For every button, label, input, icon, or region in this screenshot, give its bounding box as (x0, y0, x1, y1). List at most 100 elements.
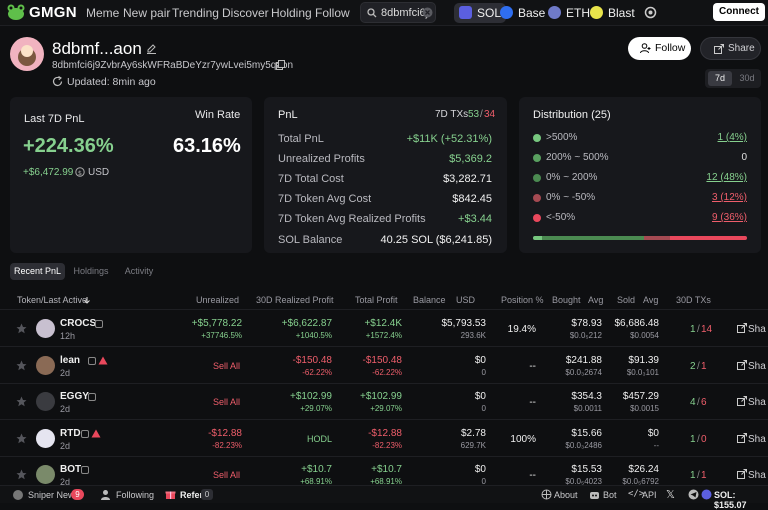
star-icon[interactable] (16, 469, 27, 480)
col-bought-avg[interactable]: Avg (588, 295, 603, 305)
bot-link[interactable]: Bot (603, 490, 617, 500)
share-icon[interactable] (737, 469, 747, 479)
sniper-new-link[interactable]: Sniper New (28, 490, 75, 500)
copy-address-icon[interactable] (276, 60, 285, 70)
tab-activity[interactable]: Activity (118, 263, 160, 280)
share-row-label[interactable]: Sha (748, 361, 766, 372)
share-icon[interactable] (737, 396, 747, 406)
distribution-bar-segment (541, 236, 645, 240)
copy-token-icon[interactable] (81, 466, 89, 474)
following-link[interactable]: Following (116, 490, 154, 500)
distribution-count[interactable]: 1 (4%) (718, 132, 747, 143)
about-icon (541, 489, 552, 500)
token-last-active: 2d (60, 367, 71, 378)
api-link[interactable]: API (642, 490, 657, 500)
txs-loss-count: 34 (484, 109, 496, 120)
period-30d-button[interactable]: 30d (735, 71, 759, 86)
win-rate-label: Win Rate (195, 109, 241, 121)
pnl-title: Last 7D PnL (24, 113, 85, 125)
bought-value: $15.66 (571, 427, 602, 439)
share-icon[interactable] (737, 359, 747, 370)
refresh-icon[interactable] (52, 76, 63, 87)
col-token[interactable]: Token/Last Active (17, 295, 87, 305)
realized-percent: -62.22% (302, 367, 332, 377)
star-icon[interactable] (16, 323, 27, 334)
col-balance[interactable]: Balance (413, 295, 446, 305)
col-unrealized[interactable]: Unrealized (196, 295, 239, 305)
table-row[interactable]: lean 2d Sell All -$150.48 -62.22% -$150.48 -62… (0, 348, 768, 384)
share-icon[interactable] (737, 432, 747, 443)
sort-desc-icon[interactable] (84, 297, 90, 304)
nav-holding[interactable]: Holding (271, 6, 312, 20)
refer-link[interactable]: Refer (180, 490, 203, 500)
telegram-icon[interactable] (688, 489, 699, 500)
copy-token-icon[interactable] (88, 356, 96, 365)
pnl-summary-card: Last 7D PnL Win Rate +224.36% 63.16% +$6… (10, 97, 252, 253)
bought-avg: $0.0011 (573, 404, 602, 413)
position-percent: 19.4% (507, 324, 536, 335)
share-icon[interactable] (737, 323, 747, 333)
star-icon[interactable] (16, 433, 27, 444)
distribution-count[interactable]: 9 (36%) (712, 212, 747, 223)
distribution-count[interactable]: 12 (48%) (706, 172, 747, 183)
connect-button[interactable]: Connect (713, 3, 765, 21)
col-sold-avg[interactable]: Avg (643, 295, 658, 305)
x-twitter-icon[interactable]: 𝕏 (666, 488, 675, 501)
nav-follow[interactable]: Follow (315, 6, 350, 20)
share-row-label[interactable]: Sha (748, 434, 766, 445)
col-usd[interactable]: USD (456, 295, 475, 305)
logo-text: GMGN (29, 3, 77, 21)
period-toggle: 7d 30d (705, 69, 761, 88)
tab-recent-pnl[interactable]: Recent PnL (10, 263, 65, 280)
unrealized-value: +$5,778.22 (191, 318, 242, 329)
col-txs[interactable]: 30D TXs (676, 295, 711, 305)
distribution-card: Distribution (25) >500% 1 (4%) 200% ~ 500%… (519, 97, 761, 253)
col-realized[interactable]: 30D Realized Profit (256, 295, 334, 305)
total-pnl-label: Total PnL (278, 133, 324, 145)
unrealized-percent: +37746.5% (201, 331, 242, 340)
table-row[interactable]: RTD 2d -$12.88 -82.23% HODL -$12.88 -82.23% $2.… (0, 421, 768, 457)
sell-all-button[interactable]: Sell All (213, 470, 240, 480)
distribution-bar-segment (533, 236, 542, 240)
total-pnl-value: +$11K (+52.31%) (406, 133, 492, 145)
star-icon[interactable] (16, 360, 27, 371)
table-row[interactable]: EGGY 2d Sell All +$102.99 +29.07% +$102.99 +29… (0, 384, 768, 420)
col-position[interactable]: Position % (501, 295, 544, 305)
search-icon (367, 8, 377, 18)
tab-holdings[interactable]: Holdings (68, 263, 114, 280)
copy-token-icon[interactable] (95, 320, 103, 328)
copy-token-icon[interactable] (81, 429, 89, 438)
col-bought[interactable]: Bought (552, 295, 581, 305)
clear-search-icon[interactable] (422, 7, 433, 18)
period-7d-button[interactable]: 7d (708, 71, 732, 86)
share-row-label[interactable]: Sha (748, 397, 766, 408)
distribution-count[interactable]: 3 (12%) (712, 192, 747, 203)
logo[interactable]: GMGN (6, 3, 77, 21)
col-sold[interactable]: Sold (617, 295, 635, 305)
star-icon[interactable] (16, 396, 27, 407)
table-row[interactable]: CROCS 12h +$5,778.22 +37746.5% +$6,622.87 +10… (0, 311, 768, 347)
tx-buy-count: 1 (690, 470, 696, 481)
nav-new-pair[interactable]: New pair (123, 6, 170, 20)
position-percent: -- (529, 360, 536, 372)
share-row-label[interactable]: Sha (748, 324, 766, 335)
col-total-profit[interactable]: Total Profit (355, 295, 398, 305)
sell-all-button[interactable]: Sell All (213, 361, 240, 371)
sell-all-button[interactable]: Sell All (213, 397, 240, 407)
nav-trending[interactable]: Trending (172, 6, 219, 20)
chain-blast-button[interactable]: Blast (585, 3, 640, 23)
token-avatar (36, 355, 55, 375)
total-profit-value: -$150.48 (362, 354, 402, 366)
edit-name-icon[interactable] (146, 43, 157, 54)
share-button[interactable]: Share (700, 37, 761, 60)
nav-meme[interactable]: Meme (86, 6, 119, 20)
search-input[interactable]: 8dbmfci6j (360, 2, 436, 23)
share-row-label[interactable]: Sha (748, 470, 766, 481)
settings-gear-icon[interactable] (644, 6, 657, 19)
follow-button[interactable]: Follow (628, 37, 691, 60)
copy-token-icon[interactable] (88, 393, 96, 401)
distribution-range-label: 200% ~ 500% (546, 152, 609, 163)
nav-discover[interactable]: Discover (222, 6, 269, 20)
avg-cost-label: 7D Token Avg Cost (278, 193, 372, 205)
about-link[interactable]: About (554, 490, 578, 500)
